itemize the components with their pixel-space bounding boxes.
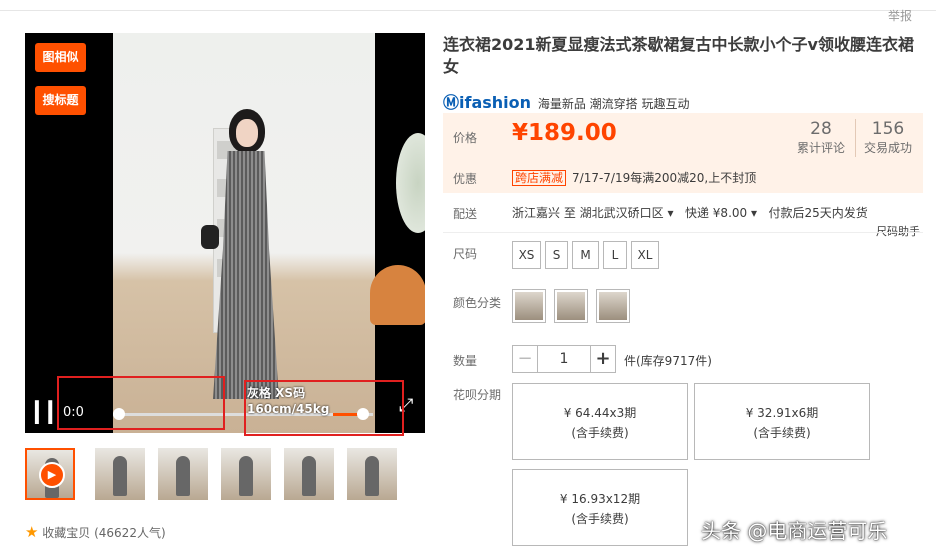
- ship-time: 付款后25天内发货: [768, 206, 868, 220]
- promo-row: 跨店满减 7/17-7/19每满200减20,上不封顶: [512, 169, 756, 186]
- thumbnail-item[interactable]: [347, 448, 397, 500]
- brand-row: Ⓜifashion 海量新品 潮流穿搭 玩趣互动: [443, 89, 690, 113]
- sales-count: 156: [871, 119, 905, 139]
- quantity-decrease-button[interactable]: −: [512, 345, 538, 373]
- product-video[interactable]: 图相似 搜标题 ▎▎ 0:0 ⤢ 灰格 XS码 160cm/45kg: [25, 33, 425, 433]
- ship-to-select[interactable]: 湖北武汉硚口区 ▾: [580, 206, 674, 220]
- product-title: 连衣裙2021新夏显瘦法式茶歇裙复古中长款小个子v领收腰连衣裙女: [443, 35, 914, 76]
- installment-fee: (含手续费): [753, 426, 811, 440]
- installment-amount: ¥ 64.44x3期: [563, 406, 637, 420]
- stock-text: 件(库存9717件): [624, 354, 712, 368]
- review-stat[interactable]: 28 累计评论: [786, 119, 856, 156]
- favorite-item[interactable]: ★ 收藏宝贝 (46622人气): [25, 523, 166, 541]
- shipping-label: 配送: [453, 207, 478, 221]
- installment-fee: (含手续费): [571, 426, 629, 440]
- thumbnail-video[interactable]: ▶: [25, 448, 75, 500]
- sales-stat: 156 交易成功: [853, 119, 923, 156]
- quantity-label: 数量: [453, 354, 478, 368]
- color-swatch[interactable]: [554, 289, 588, 323]
- top-divider: [0, 10, 936, 11]
- installment-amount: ¥ 16.93x12期: [559, 492, 641, 506]
- thumbnail-item[interactable]: [95, 448, 145, 500]
- report-link[interactable]: 举报: [888, 7, 912, 24]
- ship-method-select[interactable]: 快递 ¥8.00 ▾: [685, 206, 757, 220]
- chair-image: [370, 265, 425, 325]
- watermark: 头条 @电商运营可乐: [701, 519, 888, 543]
- color-swatch[interactable]: [512, 289, 546, 323]
- installment-option-3[interactable]: ¥ 64.44x3期 (含手续费): [512, 383, 688, 460]
- highlight-box-right: [244, 380, 404, 436]
- highlight-box-left: [57, 376, 225, 430]
- ship-method-text: 快递 ¥8.00: [684, 206, 748, 220]
- search-title-button[interactable]: 搜标题: [35, 86, 86, 115]
- image-search-button[interactable]: 图相似: [35, 43, 86, 72]
- ifashion-logo[interactable]: Ⓜifashion: [443, 93, 531, 112]
- installment-option-6[interactable]: ¥ 32.91x6期 (含手续费): [694, 383, 870, 460]
- ship-to-text: 湖北武汉硚口区: [579, 206, 664, 220]
- brand-tagline: 海量新品 潮流穿搭 玩趣互动: [537, 97, 690, 111]
- size-option-m[interactable]: M: [572, 241, 599, 269]
- size-option-s[interactable]: S: [545, 241, 568, 269]
- thumbnail-item[interactable]: [158, 448, 208, 500]
- promo-tag[interactable]: 跨店满减: [512, 170, 567, 186]
- installment-option-12[interactable]: ¥ 16.93x12期 (含手续费): [512, 469, 688, 546]
- section-divider: [443, 232, 923, 233]
- installment-fee: (含手续费): [571, 512, 629, 526]
- installment-label: 花呗分期: [453, 388, 502, 402]
- quantity-increase-button[interactable]: +: [590, 345, 616, 373]
- installment-amount: ¥ 32.91x6期: [745, 406, 819, 420]
- thumbnail-item[interactable]: [221, 448, 271, 500]
- play-icon: ▶: [39, 462, 65, 488]
- review-label: 累计评论: [796, 141, 845, 155]
- favorite-text: 收藏宝贝 (46622人气): [42, 526, 166, 540]
- size-helper-link[interactable]: 尺码助手: [876, 223, 920, 239]
- plant-image: [396, 133, 425, 233]
- price-value: ¥189.00: [512, 120, 617, 146]
- size-option-l[interactable]: L: [603, 241, 627, 269]
- promo-label: 优惠: [453, 172, 478, 186]
- caret-down-icon: ▾: [667, 206, 674, 220]
- size-option-xl[interactable]: XL: [631, 241, 659, 269]
- color-swatch[interactable]: [596, 289, 630, 323]
- quantity-input[interactable]: 1: [538, 345, 590, 373]
- color-label: 颜色分类: [453, 296, 502, 310]
- review-count: 28: [810, 119, 832, 139]
- size-option-xs[interactable]: XS: [512, 241, 541, 269]
- thumbnail-strip: ▶: [25, 448, 425, 504]
- promo-text: 7/17-7/19每满200减20,上不封顶: [572, 171, 757, 185]
- size-label: 尺码: [453, 247, 478, 261]
- sales-label: 交易成功: [863, 141, 912, 155]
- ship-from: 浙江嘉兴 至: [512, 206, 576, 220]
- caret-down-icon: ▾: [750, 206, 758, 220]
- thumbnail-item[interactable]: [284, 448, 334, 500]
- model-figure: [201, 105, 289, 405]
- shipping-row: 浙江嘉兴 至 湖北武汉硚口区 ▾ 快递 ¥8.00 ▾ 付款后25天内发货: [512, 204, 868, 221]
- star-icon: ★: [25, 523, 39, 541]
- price-label: 价格: [453, 131, 478, 145]
